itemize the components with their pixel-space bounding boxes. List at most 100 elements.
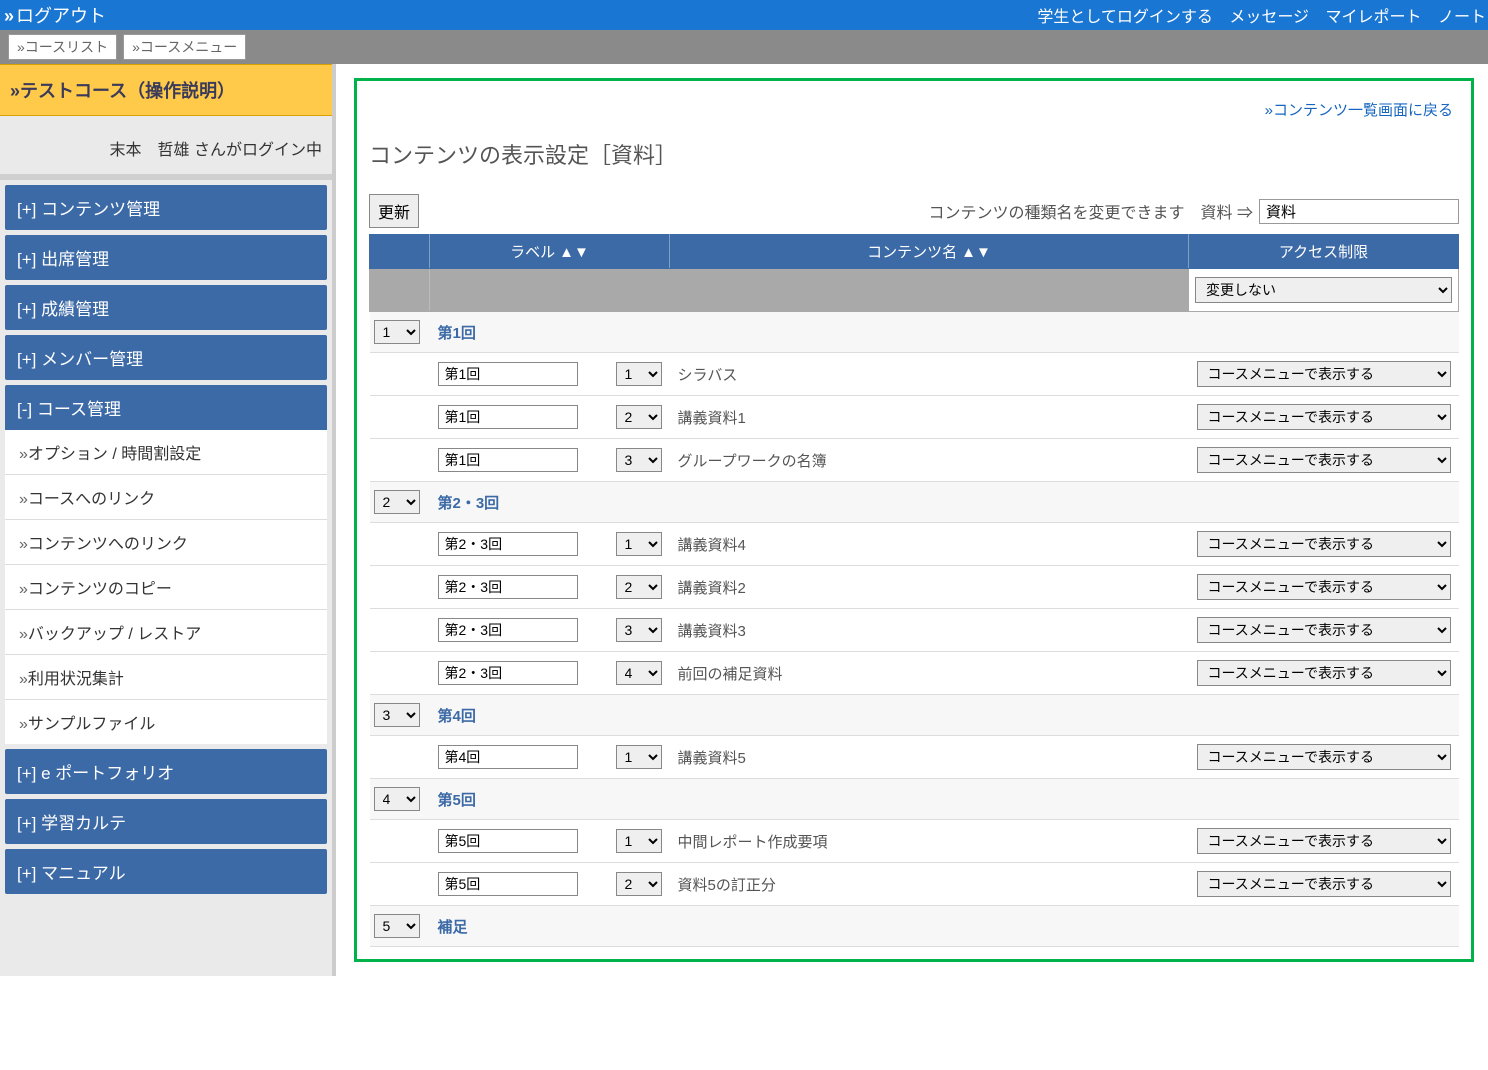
item-order-select[interactable]: 1 <box>616 829 662 853</box>
sidebar-content-admin[interactable]: [+] コンテンツ管理 <box>5 185 327 230</box>
group-label: 第4回 <box>438 708 476 725</box>
item-label-input[interactable] <box>438 362 578 386</box>
sidebar-course-admin[interactable]: [-] コース管理 <box>5 385 327 430</box>
breadcrumb-course-list[interactable]: コースリスト <box>8 34 117 60</box>
item-label-input[interactable] <box>438 448 578 472</box>
item-access-select[interactable]: コースメニューで表示する <box>1197 660 1451 686</box>
item-row: 1 中間レポート作成要項 コースメニューで表示する <box>370 820 1459 863</box>
content-name: 講義資料1 <box>678 410 746 427</box>
item-row: 2 講義資料1 コースメニューで表示する <box>370 396 1459 439</box>
logout-link[interactable]: ログアウト <box>4 6 106 26</box>
content-name: 中間レポート作成要項 <box>678 834 828 851</box>
note-link[interactable]: ノート <box>1438 9 1486 26</box>
item-access-select[interactable]: コースメニューで表示する <box>1197 361 1451 387</box>
breadcrumb-course-menu[interactable]: コースメニュー <box>123 34 246 60</box>
item-access-select[interactable]: コースメニューで表示する <box>1197 871 1451 897</box>
item-order-select[interactable]: 4 <box>616 661 662 685</box>
group-row: 3 第4回 <box>370 695 1459 736</box>
group-order-select[interactable]: 5 <box>374 914 420 938</box>
group-label: 第1回 <box>438 325 476 342</box>
item-access-select[interactable]: コースメニューで表示する <box>1197 744 1451 770</box>
item-order-select[interactable]: 2 <box>616 575 662 599</box>
item-row: 1 講義資料5 コースメニューで表示する <box>370 736 1459 779</box>
item-access-select[interactable]: コースメニューで表示する <box>1197 447 1451 473</box>
sidebar-item-course-link[interactable]: コースへのリンク <box>5 474 327 519</box>
item-order-select[interactable]: 2 <box>616 872 662 896</box>
content-name: シラバス <box>678 367 738 384</box>
course-title[interactable]: テストコース（操作説明） <box>0 64 332 116</box>
sidebar-member-admin[interactable]: [+] メンバー管理 <box>5 335 327 380</box>
item-label-input[interactable] <box>438 405 578 429</box>
group-row: 1 第1回 <box>370 312 1459 353</box>
login-status: 末本 哲雄 さんがログイン中 <box>0 116 332 180</box>
sidebar-item-option-schedule[interactable]: オプション / 時間割設定 <box>5 430 327 474</box>
content-name: グループワークの名簿 <box>678 453 827 470</box>
item-access-select[interactable]: コースメニューで表示する <box>1197 574 1451 600</box>
group-row: 5 補足 <box>370 906 1459 947</box>
item-label-input[interactable] <box>438 532 578 556</box>
sidebar-item-sample-file[interactable]: サンプルファイル <box>5 699 327 744</box>
item-order-select[interactable]: 3 <box>616 618 662 642</box>
my-report-link[interactable]: マイレポート <box>1326 9 1422 26</box>
group-order-select[interactable]: 4 <box>374 787 420 811</box>
content-name: 前回の補足資料 <box>678 666 783 683</box>
login-as-student-link[interactable]: 学生としてログインする <box>1037 9 1213 26</box>
sidebar-item-usage-stats[interactable]: 利用状況集計 <box>5 654 327 699</box>
item-label-input[interactable] <box>438 575 578 599</box>
item-row: 2 講義資料2 コースメニューで表示する <box>370 566 1459 609</box>
item-order-select[interactable]: 1 <box>616 745 662 769</box>
item-order-select[interactable]: 3 <box>616 448 662 472</box>
th-order <box>370 235 430 269</box>
item-label-input[interactable] <box>438 872 578 896</box>
item-access-select[interactable]: コースメニューで表示する <box>1197 404 1451 430</box>
item-access-select[interactable]: コースメニューで表示する <box>1197 828 1451 854</box>
th-content-name[interactable]: コンテンツ名▲▼ <box>670 235 1189 269</box>
item-label-input[interactable] <box>438 661 578 685</box>
sidebar-item-content-link[interactable]: コンテンツへのリンク <box>5 519 327 564</box>
sidebar-grade-admin[interactable]: [+] 成績管理 <box>5 285 327 330</box>
content-name: 講義資料2 <box>678 580 746 597</box>
item-row: 4 前回の補足資料 コースメニューで表示する <box>370 652 1459 695</box>
sidebar-study-karte[interactable]: [+] 学習カルテ <box>5 799 327 844</box>
filter-row: 変更しない <box>370 269 1459 312</box>
sort-icon[interactable]: ▲▼ <box>559 244 589 261</box>
sidebar-item-content-copy[interactable]: コンテンツのコピー <box>5 564 327 609</box>
filter-access-select[interactable]: 変更しない <box>1195 277 1452 303</box>
content-name: 講義資料5 <box>678 750 746 767</box>
th-access: アクセス制限 <box>1189 235 1459 269</box>
item-order-select[interactable]: 2 <box>616 405 662 429</box>
item-row: 2 資料5の訂正分 コースメニューで表示する <box>370 863 1459 906</box>
item-label-input[interactable] <box>438 829 578 853</box>
back-to-content-list-link[interactable]: コンテンツ一覧画面に戻る <box>1265 102 1453 119</box>
item-order-select[interactable]: 1 <box>616 362 662 386</box>
item-label-input[interactable] <box>438 618 578 642</box>
item-row: 3 グループワークの名簿 コースメニューで表示する <box>370 439 1459 482</box>
sort-icon[interactable]: ▲▼ <box>961 244 991 261</box>
breadcrumb: コースリスト コースメニュー <box>0 30 1488 64</box>
group-order-select[interactable]: 1 <box>374 320 420 344</box>
item-order-select[interactable]: 1 <box>616 532 662 556</box>
rename-input[interactable] <box>1259 199 1459 224</box>
messages-link[interactable]: メッセージ <box>1229 9 1309 26</box>
sidebar-manual[interactable]: [+] マニュアル <box>5 849 327 894</box>
sidebar: テストコース（操作説明） 末本 哲雄 さんがログイン中 [+] コンテンツ管理 … <box>0 64 336 976</box>
group-order-select[interactable]: 2 <box>374 490 420 514</box>
page-title: コンテンツの表示設定［資料］ <box>369 138 1459 170</box>
sidebar-course-admin-submenu: オプション / 時間割設定 コースへのリンク コンテンツへのリンク コンテンツの… <box>5 430 327 744</box>
item-access-select[interactable]: コースメニューで表示する <box>1197 531 1451 557</box>
item-row: 1 シラバス コースメニューで表示する <box>370 353 1459 396</box>
group-label: 補足 <box>438 919 468 936</box>
update-button[interactable]: 更新 <box>369 194 419 228</box>
item-label-input[interactable] <box>438 745 578 769</box>
rename-label: コンテンツの種類名を変更できます 資料 ⇒ <box>929 199 1253 223</box>
th-label[interactable]: ラベル▲▼ <box>430 235 670 269</box>
top-bar: ログアウト 学生としてログインする メッセージ マイレポート ノート <box>0 0 1488 30</box>
sidebar-item-backup-restore[interactable]: バックアップ / レストア <box>5 609 327 654</box>
item-access-select[interactable]: コースメニューで表示する <box>1197 617 1451 643</box>
content-name: 資料5の訂正分 <box>678 877 776 894</box>
item-row: 1講義資料4コースメニューで表示する <box>370 523 1459 566</box>
sidebar-attendance-admin[interactable]: [+] 出席管理 <box>5 235 327 280</box>
group-order-select[interactable]: 3 <box>374 703 420 727</box>
group-label: 第5回 <box>438 792 476 809</box>
sidebar-eportfolio[interactable]: [+] e ポートフォリオ <box>5 749 327 794</box>
